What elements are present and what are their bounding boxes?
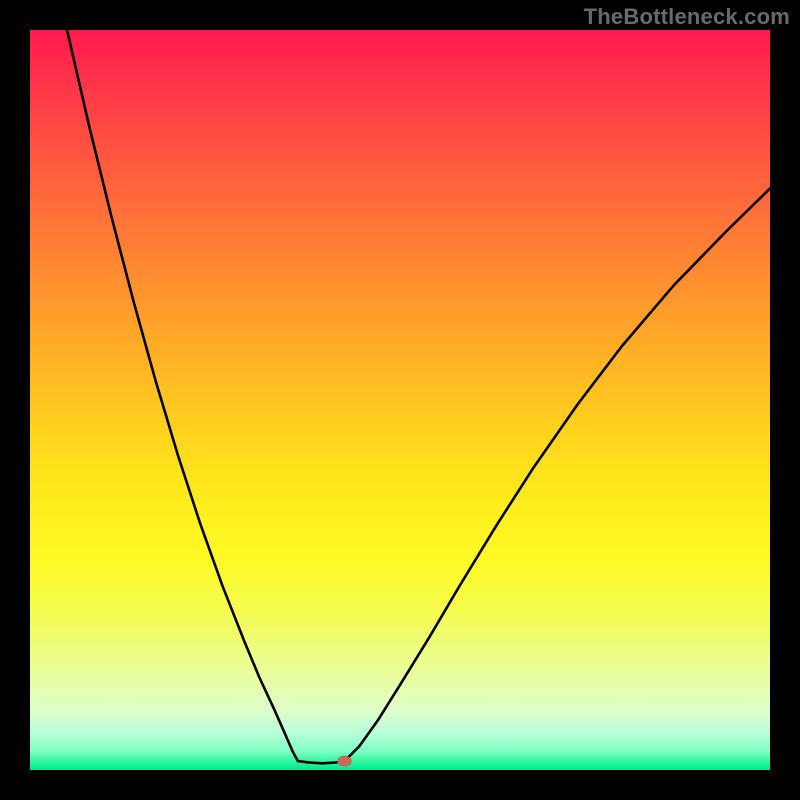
curve-layer — [30, 30, 770, 770]
plot-area — [30, 30, 770, 770]
bottleneck-curve — [67, 30, 770, 763]
watermark: TheBottleneck.com — [584, 4, 790, 30]
min-marker — [338, 756, 352, 766]
frame: TheBottleneck.com — [0, 0, 800, 800]
